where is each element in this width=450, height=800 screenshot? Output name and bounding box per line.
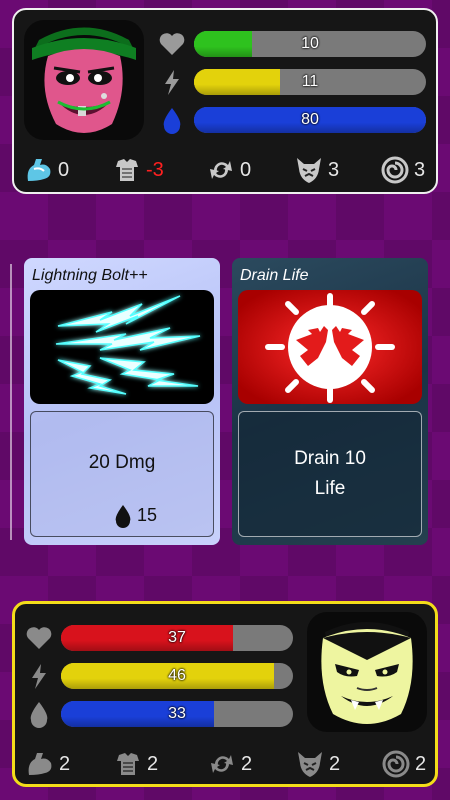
card-description-box: Drain 10 Life: [238, 411, 422, 537]
drop-icon: [158, 106, 186, 134]
player-portrait[interactable]: [307, 612, 427, 732]
player-energy-value: 46: [168, 667, 186, 684]
player-life-row: 37: [25, 624, 295, 652]
player-buff-strength[interactable]: 2: [25, 747, 85, 781]
player-buff-demon-value: 2: [329, 753, 341, 775]
enemy-energy-row: 11: [158, 68, 428, 96]
flex-arm-icon: [25, 749, 55, 779]
cycle-arrows-icon: [206, 155, 236, 185]
spiral-icon: [380, 155, 410, 185]
card-description: 20 Dmg: [88, 452, 156, 473]
enemy-mana-value: 80: [301, 111, 319, 128]
card-cost: 15: [115, 505, 157, 528]
player-buff-demon[interactable]: 2: [295, 747, 355, 781]
heart-icon: [25, 624, 53, 652]
player-buff-spiral[interactable]: 2: [381, 747, 435, 781]
enemy-buff-demon[interactable]: 3: [294, 153, 354, 187]
enemy-energy-value: 11: [301, 73, 319, 90]
drop-icon: [25, 700, 53, 728]
card-description-box: 20 Dmg 15: [30, 411, 214, 537]
enemy-portrait[interactable]: [24, 20, 144, 140]
lightning-icon: [25, 662, 53, 690]
card-drain-life[interactable]: Drain Life Drain 10 Life: [232, 258, 428, 545]
card-art: [238, 290, 422, 404]
drain-hands-icon: [238, 290, 422, 404]
enemy-life-value: 10: [301, 35, 319, 52]
spiral-icon: [381, 749, 411, 779]
player-life-bar: 37: [61, 625, 293, 651]
lightning-bolts-icon: [30, 290, 214, 404]
player-energy-bar: 46: [61, 663, 293, 689]
enemy-buff-armor[interactable]: -3: [112, 153, 172, 187]
enemy-buffs: 0 -3 0 3 3: [14, 153, 436, 187]
player-mana-value: 33: [168, 705, 186, 722]
card-art: [30, 290, 214, 404]
player-buff-strength-value: 2: [59, 753, 71, 775]
player-buffs: 2 2 2 2 2: [15, 747, 435, 781]
enemy-panel: 10 11 80 0 -3 0 3 3: [12, 8, 438, 194]
demon-mask-icon: [295, 749, 325, 779]
flex-arm-icon: [24, 155, 54, 185]
card-lightning-bolt[interactable]: Lightning Bolt++ 20 Dmg 15: [24, 258, 220, 545]
enemy-buff-demon-value: 3: [328, 159, 340, 181]
card-cost-value: 15: [136, 505, 157, 525]
player-buff-cycle[interactable]: 2: [207, 747, 267, 781]
player-mana-bar: 33: [61, 701, 293, 727]
enemy-life-bar: 10: [194, 31, 426, 57]
demon-mask-icon: [294, 155, 324, 185]
witch-face-icon: [24, 20, 144, 140]
drop-icon: [113, 504, 133, 528]
card-description-line1: Drain 10: [294, 448, 366, 469]
enemy-buff-cycle[interactable]: 0: [206, 153, 266, 187]
enemy-mana-row: 80: [158, 106, 428, 134]
armor-icon: [112, 155, 142, 185]
player-mana-row: 33: [25, 700, 295, 728]
player-life-value: 37: [168, 629, 186, 646]
player-buff-armor[interactable]: 2: [113, 747, 173, 781]
cycle-arrows-icon: [207, 749, 237, 779]
enemy-mana-bar: 80: [194, 107, 426, 133]
enemy-buff-cycle-value: 0: [240, 159, 252, 181]
enemy-buff-spiral-value: 3: [414, 159, 426, 181]
card-title: Drain Life: [240, 267, 309, 284]
armor-icon: [113, 749, 143, 779]
heart-icon: [158, 30, 186, 58]
player-panel: 37 46 33 2 2 2 2 2: [12, 601, 438, 787]
enemy-buff-armor-value: -3: [146, 159, 164, 181]
player-buff-armor-value: 2: [147, 753, 159, 775]
card-hand-edge: [10, 264, 12, 540]
enemy-buff-strength-value: 0: [58, 159, 70, 181]
enemy-buff-spiral[interactable]: 3: [380, 153, 434, 187]
card-description-line2: Life: [314, 478, 346, 499]
enemy-energy-bar: 11: [194, 69, 426, 95]
player-buff-cycle-value: 2: [241, 753, 253, 775]
player-energy-row: 46: [25, 662, 295, 690]
vampire-face-icon: [307, 612, 427, 732]
player-buff-spiral-value: 2: [415, 753, 427, 775]
card-title: Lightning Bolt++: [32, 267, 148, 284]
enemy-life-row: 10: [158, 30, 428, 58]
lightning-icon: [158, 68, 186, 96]
enemy-buff-strength[interactable]: 0: [24, 153, 84, 187]
